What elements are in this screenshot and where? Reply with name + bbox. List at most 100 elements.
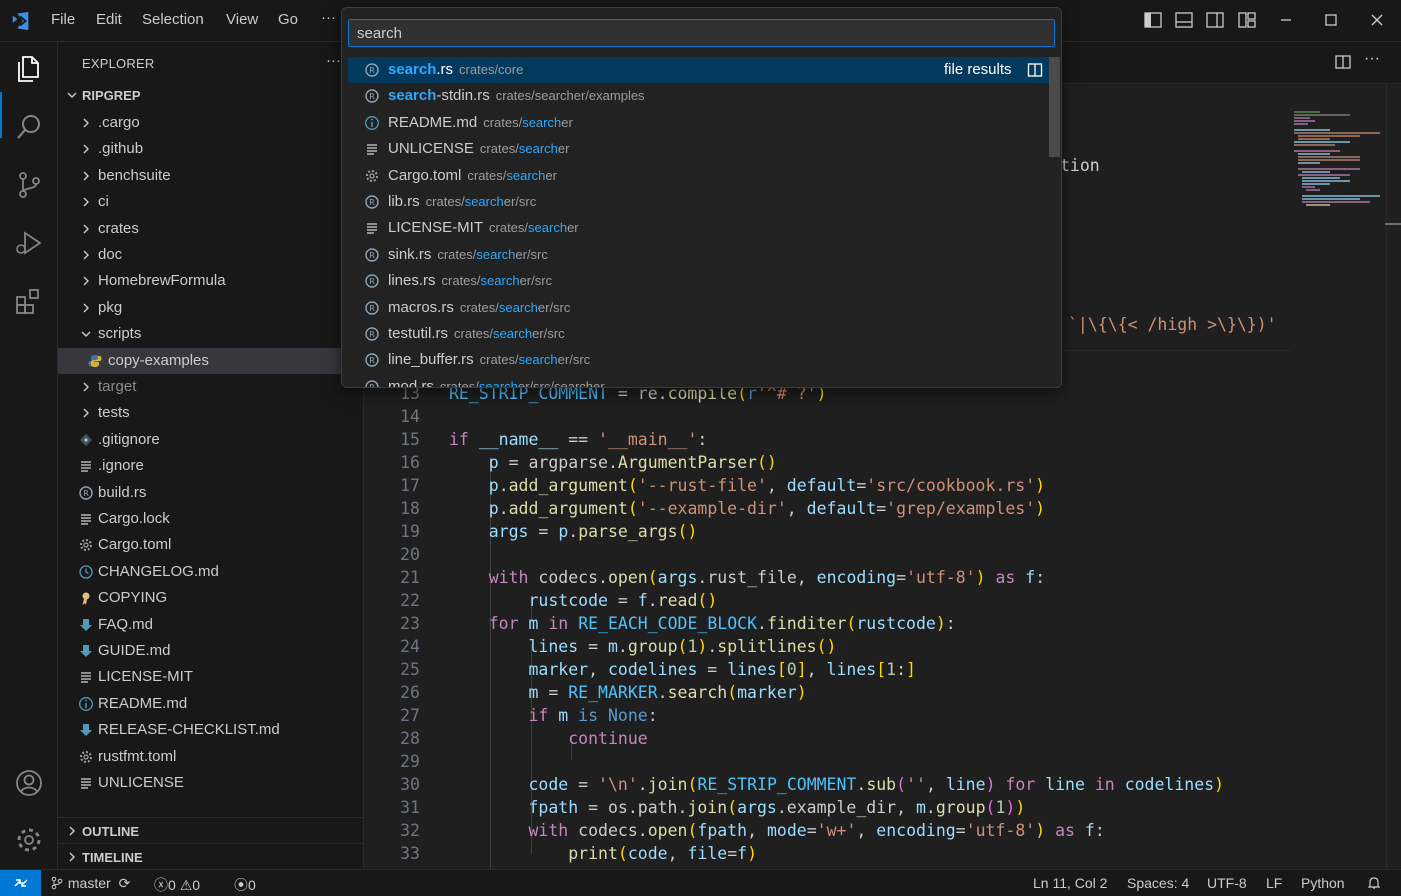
result-label: lib.rs crates/searcher/src (388, 193, 536, 210)
cursor-position[interactable]: Ln 11, Col 2 (1033, 875, 1107, 891)
tree-item[interactable]: scripts (58, 321, 364, 347)
search-icon[interactable] (13, 111, 45, 143)
lines-icon (367, 144, 377, 155)
close-icon[interactable] (1367, 10, 1387, 30)
run-and-debug-icon[interactable] (13, 227, 45, 259)
extensions-icon[interactable] (13, 285, 45, 317)
quick-open-result[interactable]: LICENSE-MIT crates/searcher (348, 215, 1049, 241)
editor-scrollbar[interactable] (1386, 84, 1400, 869)
branch-status[interactable]: master ⟳ (50, 875, 130, 892)
python-file-icon (88, 354, 102, 367)
text-file-icon (81, 514, 91, 525)
toggle-primary-sidebar-icon[interactable] (1143, 10, 1163, 30)
tree-item[interactable]: copy-examples (58, 347, 364, 374)
menu-go[interactable]: Go (278, 11, 298, 28)
timeline-section[interactable]: TIMELINE (58, 843, 364, 869)
menu-edit[interactable]: Edit (96, 11, 122, 28)
tree-item[interactable]: rustfmt.toml (58, 744, 364, 770)
menu-selection[interactable]: Selection (142, 11, 204, 28)
quick-open-result[interactable]: Rline_buffer.rs crates/searcher/src (348, 347, 1049, 373)
toggle-panel-icon[interactable] (1174, 10, 1194, 30)
quick-open-scrollbar[interactable] (1049, 57, 1060, 157)
tree-item[interactable]: .cargo (58, 110, 364, 136)
tree-item[interactable]: Cargo.toml (58, 532, 364, 558)
quick-open-result[interactable]: Rsink.rs crates/searcher/src (348, 242, 1049, 268)
tree-item[interactable]: RELEASE-CHECKLIST.md (58, 717, 364, 743)
problems-status[interactable]: ⓧ0 ⚠0 (154, 875, 200, 895)
code-line: 18 p.add_argument('--example-dir', defau… (400, 499, 1046, 518)
tree-item[interactable]: COPYING (58, 585, 364, 611)
tree-item[interactable]: ci (58, 189, 364, 215)
quick-open-result[interactable]: Rmod.rs crates/searcher/src/searcher (348, 374, 1049, 388)
tree-item-label: HomebrewFormula (98, 272, 226, 290)
sync-icon[interactable]: ⟳ (119, 875, 131, 891)
minimize-icon[interactable] (1276, 10, 1296, 30)
quick-open-result[interactable]: Rsearch.rs crates/core file results (348, 57, 1049, 83)
tree-item[interactable]: FAQ.md (58, 612, 364, 638)
quick-open-result[interactable]: Rsearch-stdin.rs crates/searcher/examples (348, 83, 1049, 109)
quick-open-input[interactable] (348, 19, 1055, 47)
explorer-more-actions[interactable]: ··· (326, 52, 341, 69)
menu-file[interactable]: File (51, 11, 75, 28)
code-line: 26 m = RE_MARKER.search(marker) (400, 683, 807, 702)
result-path-part: er (567, 220, 579, 236)
tree-item-label: copy-examples (108, 351, 209, 369)
ports-status[interactable]: ⦿0 (234, 875, 256, 895)
tree-item[interactable]: Cargo.lock (58, 506, 364, 532)
quick-open-result[interactable]: Rlib.rs crates/searcher/src (348, 189, 1049, 215)
tree-item[interactable]: CHANGELOG.md (58, 559, 364, 585)
toggle-secondary-sidebar-icon[interactable] (1205, 10, 1225, 30)
indentation-status[interactable]: Spaces: 4 (1127, 875, 1189, 891)
notifications-bell-icon[interactable] (1366, 875, 1382, 891)
result-path-match: search (506, 167, 546, 183)
editor-more-actions[interactable]: ··· (1364, 50, 1380, 68)
svg-text:R: R (369, 304, 375, 313)
tree-item[interactable]: target (58, 374, 364, 400)
source-control-icon[interactable] (13, 169, 45, 201)
tree-item[interactable]: Rbuild.rs (58, 480, 364, 506)
tree-item[interactable]: pkg (58, 295, 364, 321)
maximize-icon[interactable] (1321, 10, 1341, 30)
code-partial-text: tion (1060, 156, 1100, 175)
tree-item[interactable]: .ignore (58, 453, 364, 479)
quick-open-result[interactable]: Rlines.rs crates/searcher/src (348, 268, 1049, 294)
split-editor-icon[interactable] (1334, 53, 1352, 71)
tree-item[interactable]: GUIDE.md (58, 638, 364, 664)
customize-layout-icon[interactable] (1237, 10, 1257, 30)
tree-item[interactable]: .gitignore (58, 427, 364, 453)
result-path-part: crates/ (459, 299, 499, 315)
tree-item[interactable]: tests (58, 400, 364, 426)
quick-open-result[interactable]: Rtestutil.rs crates/searcher/src (348, 321, 1049, 347)
tree-item[interactable]: UNLICENSE (58, 770, 364, 796)
tree-item[interactable]: doc (58, 242, 364, 268)
code-line: 28 continue (400, 729, 648, 748)
workspace-root[interactable]: RIPGREP (58, 85, 364, 107)
menu-more[interactable]: ··· (321, 9, 336, 26)
language-mode[interactable]: Python (1301, 875, 1345, 891)
quick-open-result[interactable]: Rmacros.rs crates/searcher/src (348, 295, 1049, 321)
open-to-side-icon[interactable] (1027, 62, 1043, 78)
outline-section[interactable]: OUTLINE (58, 817, 364, 843)
explorer-files-icon[interactable] (13, 53, 45, 85)
tree-item[interactable]: .github (58, 136, 364, 162)
result-path: crates/searcher/src (454, 326, 565, 341)
quick-open-result[interactable]: UNLICENSE crates/searcher (348, 136, 1049, 162)
remote-indicator[interactable] (0, 870, 41, 896)
result-filename: -stdin.rs (436, 87, 490, 105)
eol-status[interactable]: LF (1266, 875, 1282, 891)
tree-item[interactable]: HomebrewFormula (58, 268, 364, 294)
quick-open-result[interactable]: Cargo.toml crates/searcher (348, 163, 1049, 189)
encoding-status[interactable]: UTF-8 (1207, 875, 1247, 891)
account-icon[interactable] (13, 767, 45, 799)
quick-open-result[interactable]: README.md crates/searcher (348, 110, 1049, 136)
tree-item-label: scripts (98, 325, 142, 343)
minimap[interactable] (1290, 108, 1386, 868)
settings-gear-icon[interactable] (13, 824, 45, 856)
result-path-match: search (478, 378, 518, 388)
menu-view[interactable]: View (226, 11, 258, 28)
result-label: search-stdin.rs crates/searcher/examples (388, 87, 645, 104)
tree-item[interactable]: README.md (58, 691, 364, 717)
tree-item[interactable]: crates (58, 216, 364, 242)
tree-item[interactable]: LICENSE-MIT (58, 664, 364, 690)
tree-item[interactable]: benchsuite (58, 163, 364, 189)
